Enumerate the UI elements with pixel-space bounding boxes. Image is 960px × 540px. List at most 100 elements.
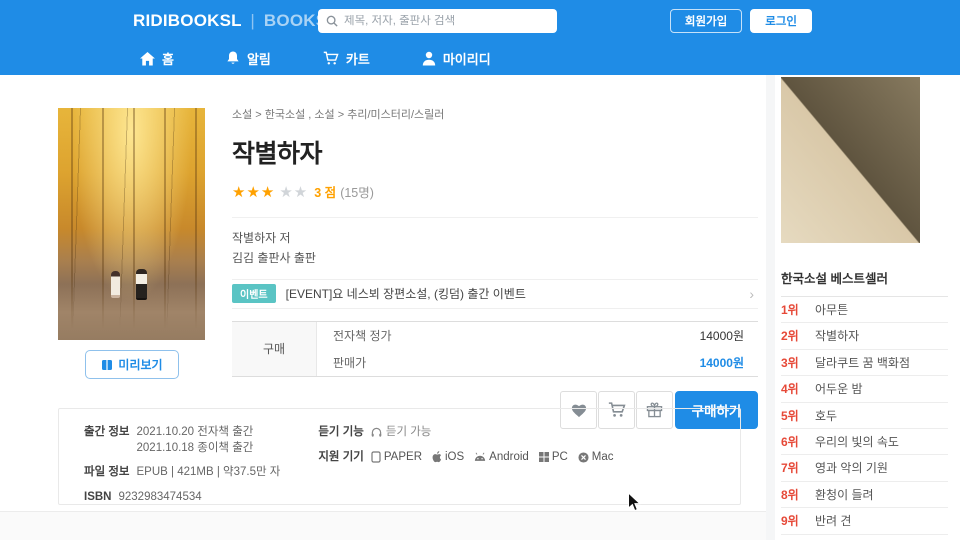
publisher-line[interactable]: 김김 출판사 출판 [232,248,758,268]
rating-row[interactable]: ★★★ ★★ 3 점 (15명) [232,182,758,201]
headphone-icon [371,428,382,437]
bestseller-sidebar: 한국소설 베스트셀러 1위 아무튼 2위 작별하자 3위 달라쿠트 꿈 백화점 … [781,268,948,540]
rank-badge: 5위 [781,408,799,423]
device-pc: PC [538,450,568,466]
logo-primary: RIDIBOOKSL [133,11,242,30]
device-android: Android [474,450,529,466]
nav-label: 마이리디 [442,52,491,67]
cart-icon [323,51,339,65]
bestseller-item-3[interactable]: 3위 달라쿠트 꿈 백화점 [781,350,948,377]
preview-button[interactable]: 미리보기 [85,350,179,379]
rank-title: 우리의 빛의 속도 [815,434,899,449]
nav-label: 카트 [345,52,370,67]
home-icon [140,51,155,66]
stars-filled: ★★★ [232,183,276,201]
device-ios: iOS [432,450,464,466]
search-input[interactable] [344,15,549,27]
rank-badge: 1위 [781,303,799,317]
auth-buttons: 회원가입 로그인 [669,9,812,33]
price-label: 판매가 [333,355,367,370]
rank-title: 작별하자 [815,329,860,344]
nav-item-cart[interactable]: 카트 [323,49,370,68]
file-info-value: EPUB | 421MB | 약37.5만 자 [136,466,281,479]
bestseller-item-7[interactable]: 7위 영과 악의 기원 [781,455,948,482]
rank-badge: 9위 [781,514,799,529]
price-row-sale: 판매가 14000원 [317,349,758,376]
publish-info-label: 출간 정보 [84,426,130,438]
login-button[interactable]: 로그인 [750,9,812,33]
nav-item-myridi[interactable]: 마이리디 [422,49,491,68]
paper-device-icon [371,451,381,463]
bestseller-item-4[interactable]: 4위 어두운 밤 [781,376,948,403]
logo-divider: | [250,11,255,30]
windows-icon [538,452,549,463]
listen-row: 듣기 기능 듣기 가능 [318,425,613,441]
listen-value: 듣기 가능 [371,425,431,441]
rank-badge: 7위 [781,461,799,476]
bestseller-item-1[interactable]: 1위 아무튼 [781,297,948,324]
nav-label: 알림 [246,52,271,67]
rank-badge: 3위 [781,355,799,370]
search-box[interactable] [318,9,557,33]
file-info-row: 파일 정보 EPUB | 421MB | 약37.5만 자 [84,465,280,481]
device-mac: Mac [578,450,614,466]
author-line[interactable]: 작별하자 저 [232,228,758,248]
price-table: 구매 전자책 정가 14000원 판매가 14000원 [232,320,758,377]
apple-icon [432,451,442,463]
breadcrumb[interactable]: 소설 > 한국소설 , 소설 > 추리/미스터리/스릴러 [232,106,758,122]
nav-item-home[interactable]: 홈 [140,49,174,68]
nav-label: 홈 [162,52,174,67]
logo[interactable]: RIDIBOOKSL | BOOKSL [133,11,338,31]
nav-item-notifications[interactable]: 알림 [226,49,271,68]
rating-score: 3 점 [314,186,337,200]
event-banner[interactable]: 이벤트 [EVENT]요 네스뵈 장편소설, (킹덤) 출간 이벤트 › [232,278,758,309]
price-row-list: 전자책 정가 14000원 [317,322,758,349]
isbn-value: 9232983474534 [118,490,202,503]
price-value: 14000원 [699,355,744,370]
book-detail-page: RIDIBOOKSL | BOOKSL 회원가입 로그인 홈 알림 카트 마이리 [0,0,960,540]
bestseller-item-2[interactable]: 2위 작별하자 [781,323,948,350]
bestseller-item-8[interactable]: 8위 환청이 들려 [781,482,948,509]
author-block: 작별하자 저 김김 출판사 출판 [232,217,758,269]
book-cover-image[interactable] [58,108,205,340]
chevron-right-icon: › [749,285,754,302]
stars-empty: ★★ [279,183,309,201]
rating-count: (15명) [340,186,374,200]
mac-icon [578,452,589,463]
search-icon [326,15,338,27]
publish-info-value: 2021.10.20 전자책 출간 2021.10.18 종이책 출간 [136,426,254,454]
isbn-row: ISBN 9232983474534 [84,490,280,506]
bestseller-item-6[interactable]: 6위 우리의 빛의 속도 [781,429,948,456]
price-label: 전자책 정가 [333,328,392,343]
publish-info-row: 출간 정보 2021.10.20 전자책 출간 2021.10.18 종이책 출… [84,425,280,456]
bestseller-item-10[interactable]: 10위 사소한 거짓 [781,535,948,540]
book-preview-icon [102,359,113,370]
sidebar-promo-image[interactable] [781,77,920,243]
isbn-label: ISBN [84,490,112,503]
price-table-header: 구매 [232,321,317,376]
devices-row: 지원 기기 PAPER iOS Android PC Mac [318,450,614,466]
bestseller-item-5[interactable]: 5위 호두 [781,403,948,429]
file-info-label: 파일 정보 [84,466,130,479]
rank-badge: 8위 [781,487,799,502]
cover-trees [58,108,205,340]
rank-title: 호두 [815,408,838,423]
signup-button[interactable]: 회원가입 [669,9,743,33]
devices-label: 지원 기기 [318,450,364,463]
event-text: [EVENT]요 네스뵈 장편소설, (킹덤) 출간 이벤트 [285,287,526,302]
scrollbar-track[interactable] [766,75,775,540]
top-header: RIDIBOOKSL | BOOKSL 회원가입 로그인 [0,0,960,42]
book-detail: 소설 > 한국소설 , 소설 > 추리/미스터리/스릴러 작별하자 ★★★ ★★… [232,106,758,429]
rank-title: 달라쿠트 꿈 백화점 [815,355,910,370]
event-badge: 이벤트 [232,284,276,304]
rank-title: 영과 악의 기원 [815,461,888,476]
price-rows: 전자책 정가 14000원 판매가 14000원 [317,322,758,376]
page-title: 작별하자 [232,140,323,168]
rank-title: 반려 견 [815,514,852,529]
bestseller-item-9[interactable]: 9위 반려 견 [781,508,948,535]
rank-badge: 6위 [781,434,799,449]
info-col-left: 출간 정보 2021.10.20 전자책 출간 2021.10.18 종이책 출… [84,425,280,504]
rank-title: 아무튼 [815,303,849,317]
book-info-box: 출간 정보 2021.10.20 전자책 출간 2021.10.18 종이책 출… [58,408,741,505]
main-nav: 홈 알림 카트 마이리디 [0,42,960,75]
